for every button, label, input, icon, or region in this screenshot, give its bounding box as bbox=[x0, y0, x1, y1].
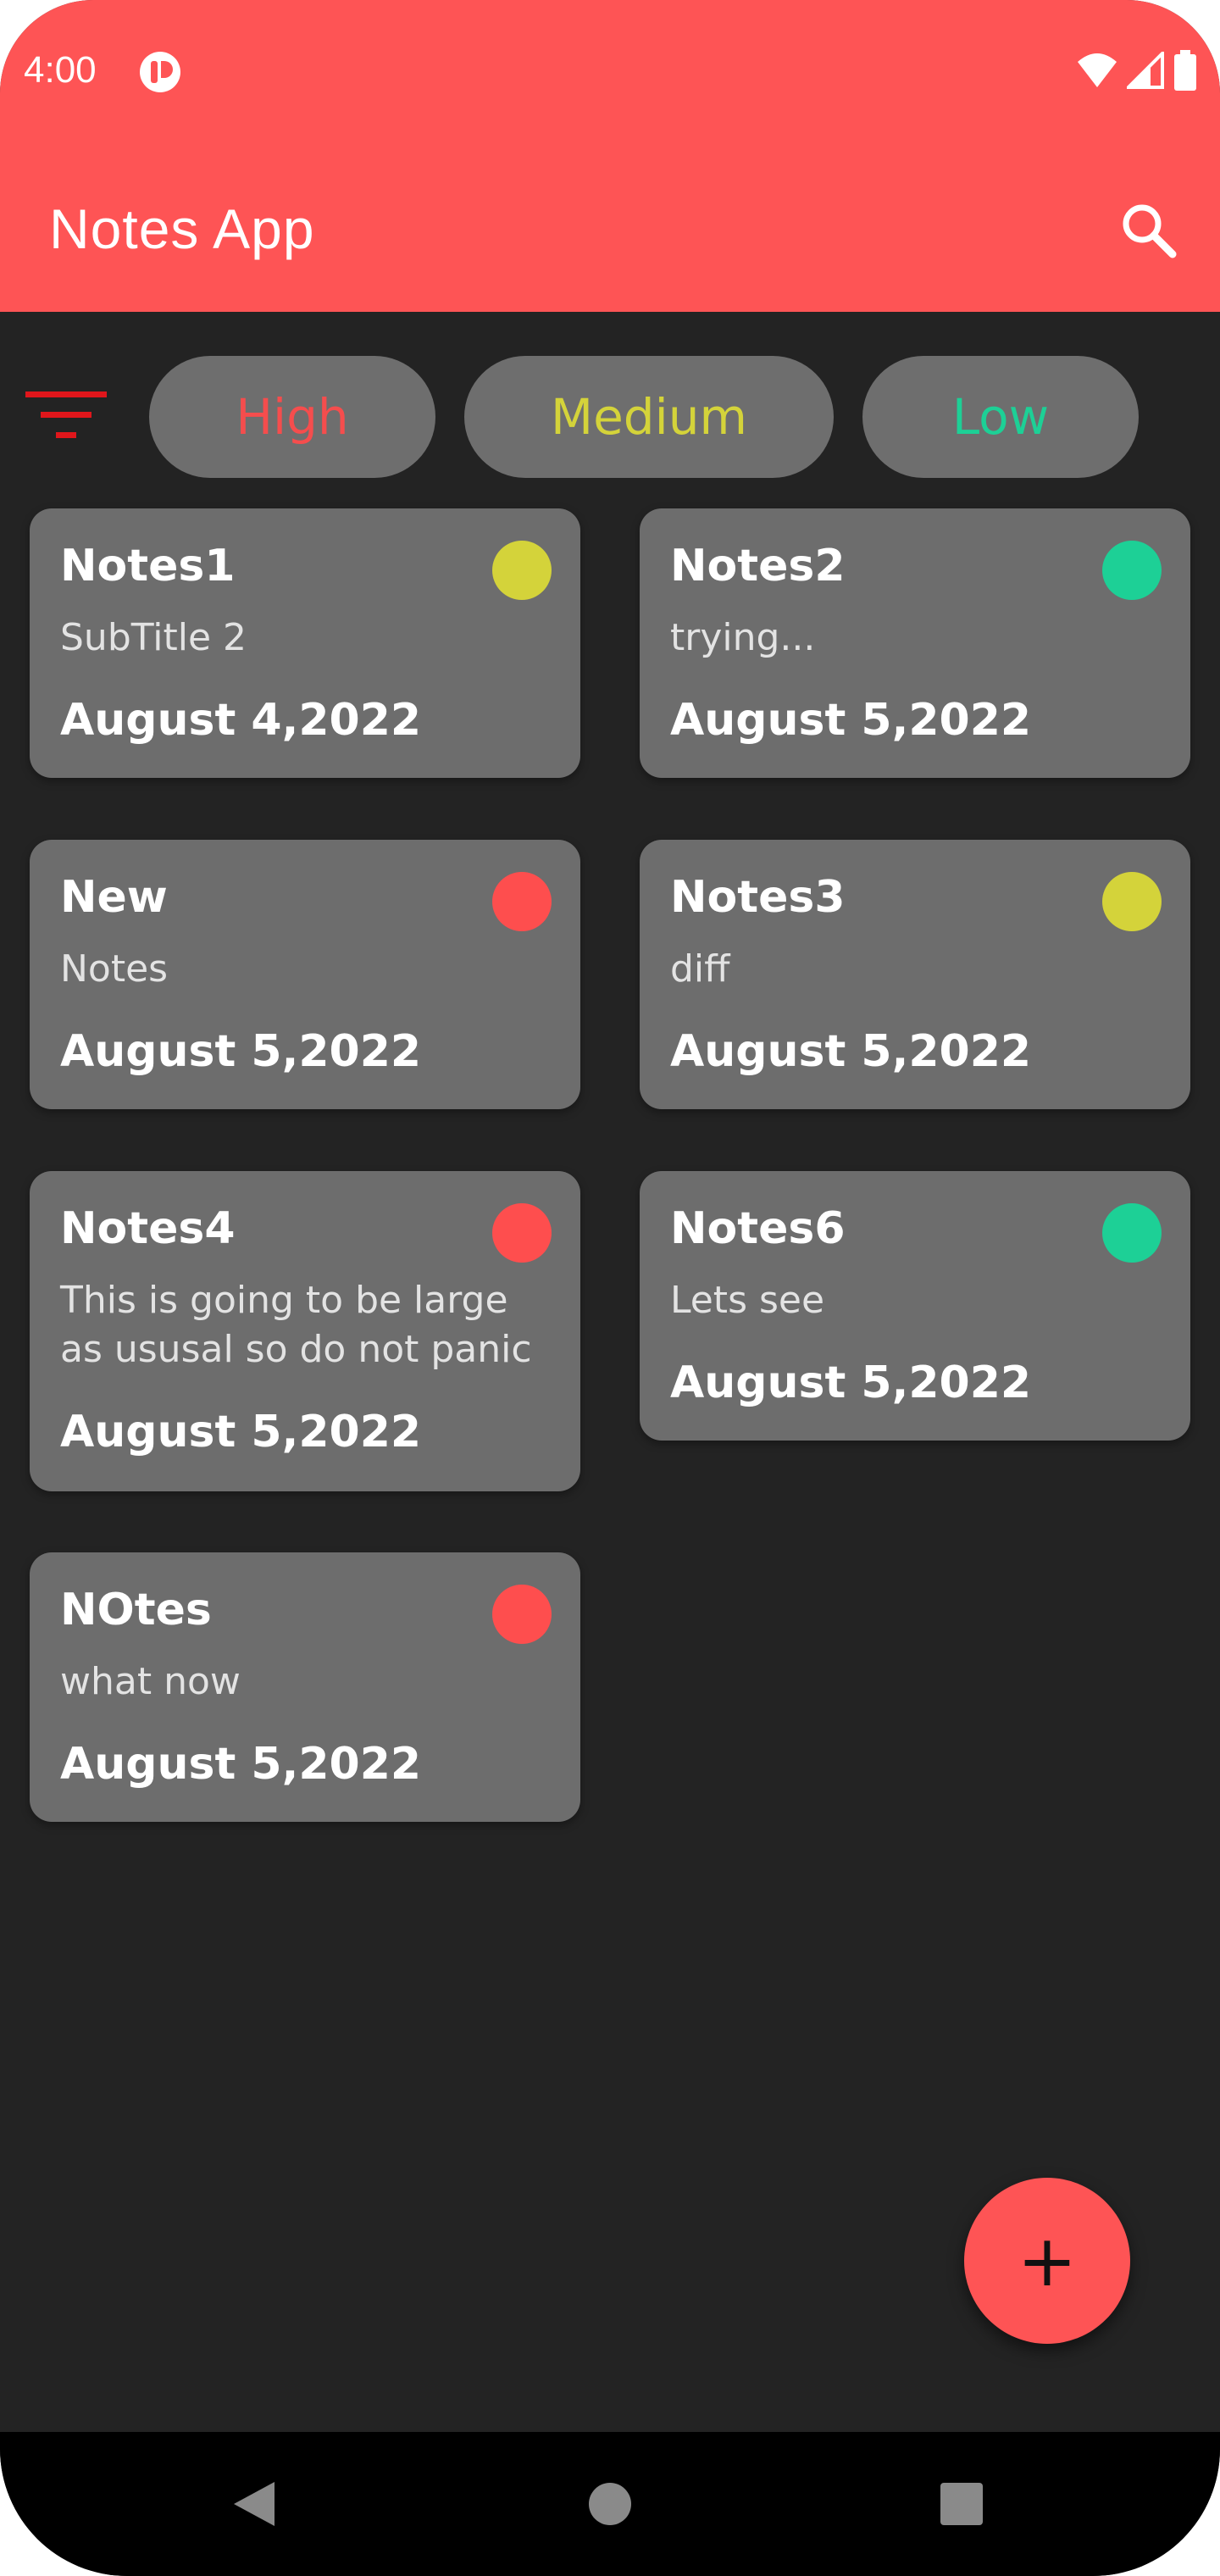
cell-signal-icon bbox=[1124, 49, 1164, 92]
priority-indicator bbox=[1102, 1203, 1162, 1263]
note-date: August 5,2022 bbox=[60, 1407, 422, 1457]
note-title: Notes4 bbox=[60, 1203, 236, 1254]
note-date: August 5,2022 bbox=[60, 1026, 422, 1077]
note-subtitle: what now bbox=[60, 1660, 241, 1703]
add-icon: + bbox=[1017, 2219, 1078, 2302]
note-card[interactable]: Notes6 Lets see August 5,2022 bbox=[640, 1171, 1190, 1441]
filter-chip-high[interactable]: High bbox=[149, 356, 435, 478]
app-bar: 4:00 Notes App bbox=[0, 0, 1220, 312]
note-title: Notes1 bbox=[60, 541, 236, 591]
home-button[interactable] bbox=[572, 2466, 648, 2542]
note-subtitle: Notes bbox=[60, 947, 169, 991]
note-date: August 5,2022 bbox=[670, 1357, 1032, 1408]
note-title: New bbox=[60, 872, 168, 923]
filter-chip-medium[interactable]: Medium bbox=[464, 356, 834, 478]
priority-indicator bbox=[492, 1203, 552, 1263]
priority-indicator bbox=[1102, 541, 1162, 600]
search-button[interactable] bbox=[1110, 192, 1186, 268]
note-date: August 5,2022 bbox=[60, 1739, 422, 1790]
status-icons bbox=[1076, 49, 1198, 94]
note-subtitle: Lets see bbox=[670, 1279, 825, 1322]
home-icon bbox=[589, 2483, 631, 2525]
note-title: NOtes bbox=[60, 1585, 212, 1635]
priority-indicator bbox=[492, 1585, 552, 1644]
add-note-button[interactable]: + bbox=[964, 2178, 1130, 2344]
navigation-bar bbox=[0, 2432, 1220, 2576]
note-subtitle: diff bbox=[670, 947, 730, 991]
page-title: Notes App bbox=[49, 197, 315, 260]
note-subtitle: trying... bbox=[670, 616, 816, 659]
back-icon bbox=[234, 2482, 274, 2526]
filter-chip-low[interactable]: Low bbox=[862, 356, 1139, 478]
note-subtitle: SubTitle 2 bbox=[60, 616, 247, 659]
note-card[interactable]: New Notes August 5,2022 bbox=[30, 840, 580, 1109]
wifi-icon bbox=[1076, 52, 1118, 92]
battery-icon bbox=[1173, 50, 1198, 94]
note-card[interactable]: Notes3 diff August 5,2022 bbox=[640, 840, 1190, 1109]
recents-button[interactable] bbox=[923, 2466, 1000, 2542]
note-title: Notes2 bbox=[670, 541, 846, 591]
priority-indicator bbox=[1102, 872, 1162, 931]
note-title: Notes6 bbox=[670, 1203, 846, 1254]
note-card[interactable]: NOtes what now August 5,2022 bbox=[30, 1552, 580, 1822]
app-notification-icon bbox=[139, 51, 181, 93]
note-card[interactable]: Notes2 trying... August 5,2022 bbox=[640, 508, 1190, 778]
search-icon bbox=[1123, 204, 1177, 258]
note-card[interactable]: Notes1 SubTitle 2 August 4,2022 bbox=[30, 508, 580, 778]
phone-screen: 4:00 Notes App High Medium Low Notes1 Su… bbox=[0, 0, 1220, 2576]
priority-indicator bbox=[492, 872, 552, 931]
status-time: 4:00 bbox=[24, 49, 97, 91]
note-date: August 4,2022 bbox=[60, 695, 422, 746]
note-date: August 5,2022 bbox=[670, 1026, 1032, 1077]
note-title: Notes3 bbox=[670, 872, 846, 923]
recents-icon bbox=[940, 2483, 983, 2525]
filter-icon[interactable] bbox=[25, 391, 107, 442]
back-button[interactable] bbox=[216, 2466, 292, 2542]
priority-indicator bbox=[492, 541, 552, 600]
note-card[interactable]: Notes4 This is going to be large as usus… bbox=[30, 1171, 580, 1491]
note-date: August 5,2022 bbox=[670, 695, 1032, 746]
note-subtitle: This is going to be large as ususal so d… bbox=[60, 1279, 532, 1371]
